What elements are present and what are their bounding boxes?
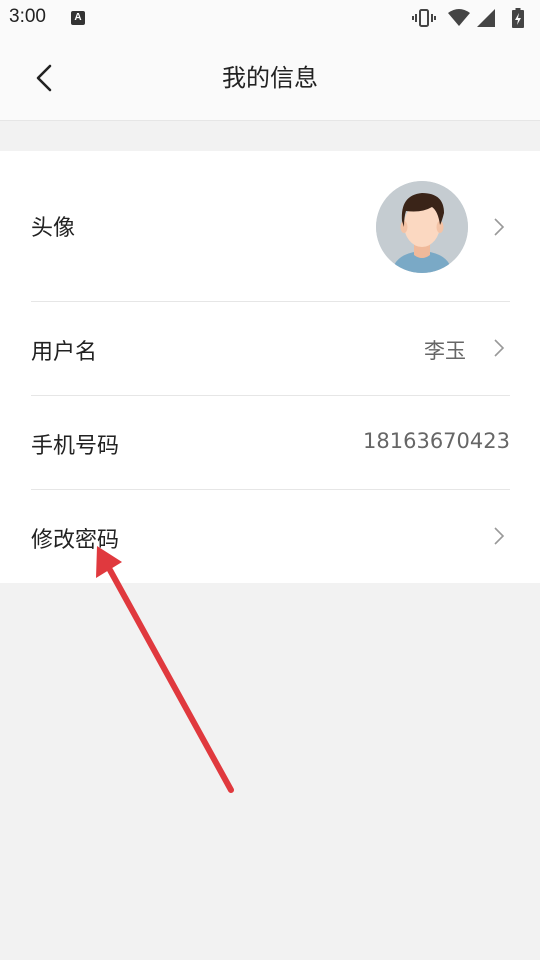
phone-label: 手机号码 (31, 434, 120, 459)
avatar-label: 头像 (31, 216, 76, 241)
keyboard-a-icon: A (71, 11, 85, 25)
chevron-right-icon (494, 218, 505, 236)
phone-row: 手机号码 18163670423 (0, 396, 540, 490)
chevron-right-icon (494, 339, 505, 357)
vibrate-icon (412, 9, 436, 27)
username-value: 李玉 (424, 339, 466, 363)
battery-charging-icon (512, 8, 524, 28)
change-password-label: 修改密码 (31, 528, 120, 553)
avatar-row[interactable]: 头像 (0, 151, 540, 301)
wifi-icon (448, 9, 470, 26)
username-row[interactable]: 用户名 李玉 (0, 302, 540, 396)
phone-value: 18163670423 (363, 429, 510, 453)
top-bar: 我的信息 (0, 36, 540, 121)
page-title: 我的信息 (222, 64, 318, 92)
status-bar: 3:00 A (0, 0, 540, 36)
change-password-row[interactable]: 修改密码 (0, 490, 540, 583)
status-time: 3:00 (9, 6, 46, 27)
status-icons (412, 8, 532, 28)
info-card: 头像 用户名 李玉 手机号码 18163670423 修改密码 (0, 151, 540, 583)
signal-icon (477, 9, 495, 27)
avatar (376, 181, 468, 273)
chevron-right-icon (494, 527, 505, 545)
username-label: 用户名 (31, 340, 98, 365)
